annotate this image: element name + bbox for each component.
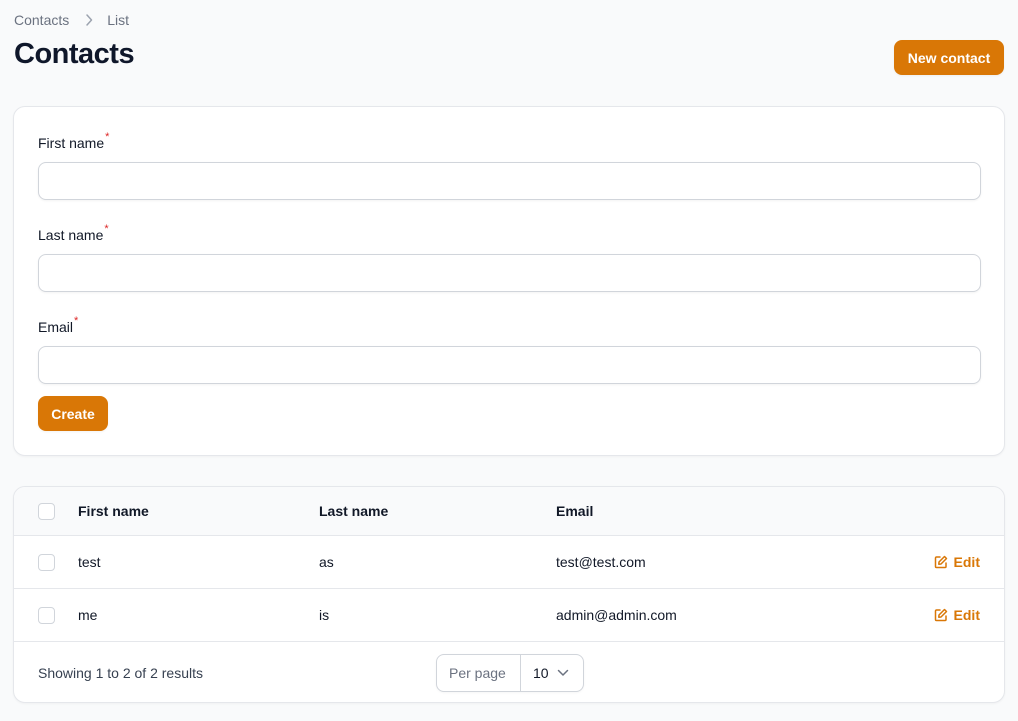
required-marker: * <box>105 131 110 143</box>
cell-first-name: test <box>78 554 101 570</box>
required-marker: * <box>104 223 109 235</box>
column-header-first-name[interactable]: First name <box>78 487 149 535</box>
edit-label: Edit <box>953 554 980 570</box>
pencil-square-icon <box>934 555 948 569</box>
per-page-select[interactable]: 10 <box>521 655 583 691</box>
page-title: Contacts <box>14 38 135 70</box>
results-summary: Showing 1 to 2 of 2 results <box>38 665 203 681</box>
column-header-last-name[interactable]: Last name <box>319 487 388 535</box>
edit-link[interactable]: Edit <box>934 607 980 623</box>
select-all-checkbox[interactable] <box>38 503 55 520</box>
table-header: First name Last name Email <box>14 487 1004 536</box>
cell-first-name: me <box>78 607 98 623</box>
last-name-label: Last name* <box>38 223 109 243</box>
table-row: me is admin@admin.com Edit <box>14 589 1004 642</box>
breadcrumb-item-list: List <box>107 12 130 28</box>
per-page-control: Per page 10 <box>436 654 584 692</box>
breadcrumb-item-contacts[interactable]: Contacts <box>14 12 69 28</box>
email-input[interactable] <box>38 346 981 384</box>
row-checkbox[interactable] <box>38 554 55 571</box>
cell-last-name: as <box>319 554 334 570</box>
last-name-input[interactable] <box>38 254 981 292</box>
first-name-input[interactable] <box>38 162 981 200</box>
table-row: test as test@test.com Edit <box>14 536 1004 589</box>
breadcrumb: Contacts List <box>14 12 129 28</box>
first-name-label: First name* <box>38 131 110 151</box>
create-contact-form: First name* Last name* Email* Create <box>13 106 1005 456</box>
per-page-label: Per page <box>437 655 521 691</box>
chevron-right-icon <box>85 14 93 26</box>
column-header-email[interactable]: Email <box>556 487 593 535</box>
email-label: Email* <box>38 315 79 335</box>
per-page-value: 10 <box>533 665 549 681</box>
table-footer: Showing 1 to 2 of 2 results Per page 10 <box>14 642 1004 702</box>
cell-last-name: is <box>319 607 330 623</box>
cell-email: test@test.com <box>556 554 646 570</box>
required-marker: * <box>74 315 79 327</box>
edit-label: Edit <box>953 607 980 623</box>
create-button[interactable]: Create <box>38 396 108 431</box>
chevron-down-icon <box>557 669 569 677</box>
new-contact-button[interactable]: New contact <box>894 40 1004 75</box>
edit-link[interactable]: Edit <box>934 554 980 570</box>
pencil-square-icon <box>934 608 948 622</box>
row-checkbox[interactable] <box>38 607 55 624</box>
cell-email: admin@admin.com <box>556 607 677 623</box>
contacts-table: First name Last name Email test as test@… <box>13 486 1005 703</box>
